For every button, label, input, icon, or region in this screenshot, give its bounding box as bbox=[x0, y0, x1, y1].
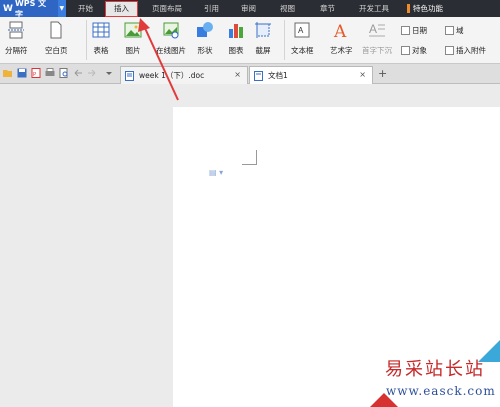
menu-bar: W WPS 文字 ▼ 开始 插入 页面布局 引用 审阅 视图 章节 开发工具 特… bbox=[0, 0, 500, 19]
new-tab-button[interactable]: + bbox=[378, 67, 387, 80]
app-menu-button[interactable]: W WPS 文字 ▼ bbox=[0, 0, 66, 19]
picture-label: 图片 bbox=[125, 46, 141, 55]
online-picture-button[interactable]: 在线图片 bbox=[156, 21, 186, 56]
picture-icon bbox=[124, 22, 142, 38]
field-label: 域 bbox=[456, 26, 464, 35]
margin-corner-mark bbox=[256, 150, 257, 165]
app-dropdown-icon[interactable]: ▼ bbox=[57, 0, 66, 17]
customize-dropdown-icon[interactable] bbox=[104, 68, 114, 78]
undo-icon[interactable] bbox=[73, 68, 83, 78]
tab-label: 文档1 bbox=[268, 71, 288, 80]
tab-document1[interactable]: 文档1 × bbox=[249, 66, 373, 84]
save-icon[interactable] bbox=[17, 68, 27, 78]
field-button[interactable]: 域 bbox=[445, 25, 464, 36]
menu-insert[interactable]: 插入 bbox=[105, 0, 138, 17]
drop-cap-button[interactable]: A 首字下沉 bbox=[362, 21, 392, 56]
picture-button[interactable]: 图片 bbox=[124, 21, 142, 56]
date-button[interactable]: 日期 bbox=[401, 25, 427, 36]
page-break-button[interactable]: 分隔符 bbox=[5, 21, 28, 56]
shape-button[interactable]: 形状 bbox=[196, 21, 214, 56]
table-button[interactable]: 表格 bbox=[92, 21, 110, 56]
svg-text:A: A bbox=[298, 26, 304, 35]
watermark-url: www.easck.com bbox=[386, 384, 496, 398]
screenshot-button[interactable]: 截屏 bbox=[254, 21, 272, 56]
shape-label: 形状 bbox=[197, 46, 213, 55]
ribbon-separator bbox=[284, 20, 285, 60]
special-mark-icon bbox=[407, 4, 410, 13]
text-box-icon: A bbox=[294, 22, 310, 38]
screenshot-label: 截屏 bbox=[255, 46, 271, 55]
object-icon bbox=[401, 46, 410, 55]
online-picture-label: 在线图片 bbox=[156, 46, 186, 55]
menu-references[interactable]: 引用 bbox=[193, 0, 230, 17]
drop-cap-label: 首字下沉 bbox=[362, 46, 392, 55]
chart-icon bbox=[229, 24, 243, 38]
wps-logo-icon: W bbox=[3, 3, 13, 14]
print-icon[interactable] bbox=[45, 68, 55, 78]
table-label: 表格 bbox=[93, 46, 109, 55]
chart-button[interactable]: 图表 bbox=[227, 21, 245, 56]
redo-icon[interactable] bbox=[87, 68, 97, 78]
open-folder-icon[interactable] bbox=[3, 68, 13, 78]
chart-label: 图表 bbox=[228, 46, 244, 55]
object-button[interactable]: 对象 bbox=[401, 45, 427, 56]
menu-special[interactable]: 特色功能 bbox=[401, 0, 449, 17]
close-icon[interactable]: × bbox=[234, 70, 241, 79]
tab-bar: P week 1（下）.doc × 文档1 × + bbox=[0, 64, 500, 84]
screenshot-icon bbox=[255, 22, 271, 38]
export-pdf-icon[interactable]: P bbox=[31, 68, 41, 78]
table-icon bbox=[92, 22, 110, 38]
svg-text:A: A bbox=[333, 22, 347, 39]
ribbon-separator bbox=[86, 20, 87, 60]
tab-week1-doc[interactable]: week 1（下）.doc × bbox=[120, 66, 248, 84]
print-preview-icon[interactable] bbox=[59, 68, 69, 78]
menu-developer[interactable]: 开发工具 bbox=[347, 0, 401, 17]
document-icon bbox=[254, 70, 263, 81]
attachment-icon bbox=[445, 46, 454, 55]
object-label: 对象 bbox=[412, 46, 427, 55]
drop-cap-icon: A bbox=[369, 22, 385, 37]
menu-special-label: 特色功能 bbox=[413, 4, 443, 13]
menu-review[interactable]: 审阅 bbox=[230, 0, 267, 17]
online-picture-icon bbox=[163, 22, 179, 39]
paragraph-layout-icon[interactable]: ▤ ▾ bbox=[209, 168, 223, 177]
ribbon-insert: 分隔符 空白页 表格 图片 在线图片 形状 图表 截屏 A 文本框 A 艺术字 … bbox=[0, 17, 500, 64]
page-break-label: 分隔符 bbox=[5, 46, 28, 55]
margin-corner-mark bbox=[242, 164, 256, 165]
date-icon bbox=[401, 26, 410, 35]
menu-chapter[interactable]: 章节 bbox=[308, 0, 347, 17]
menu-view[interactable]: 视图 bbox=[267, 0, 308, 17]
art-text-icon: A bbox=[333, 22, 347, 39]
svg-text:A: A bbox=[369, 22, 377, 36]
field-icon bbox=[445, 26, 454, 35]
art-text-button[interactable]: A 艺术字 bbox=[330, 21, 353, 56]
tab-label: week 1（下）.doc bbox=[139, 71, 205, 80]
text-box-button[interactable]: A 文本框 bbox=[291, 21, 314, 56]
date-label: 日期 bbox=[412, 26, 427, 35]
attachment-button[interactable]: 插入附件 bbox=[445, 45, 486, 56]
document-icon bbox=[125, 70, 134, 81]
watermark-brand: 易采站长站 bbox=[385, 359, 485, 380]
text-box-label: 文本框 bbox=[291, 46, 314, 55]
blank-page-button[interactable]: 空白页 bbox=[45, 21, 68, 56]
blank-page-icon bbox=[50, 21, 62, 39]
menu-page-layout[interactable]: 页面布局 bbox=[138, 0, 193, 17]
art-text-label: 艺术字 bbox=[330, 46, 353, 55]
menu-home[interactable]: 开始 bbox=[66, 0, 105, 17]
shape-icon bbox=[197, 22, 213, 37]
attachment-label: 插入附件 bbox=[456, 46, 486, 55]
blank-page-label: 空白页 bbox=[45, 46, 68, 55]
page-break-icon bbox=[8, 21, 25, 39]
close-icon[interactable]: × bbox=[359, 70, 366, 79]
